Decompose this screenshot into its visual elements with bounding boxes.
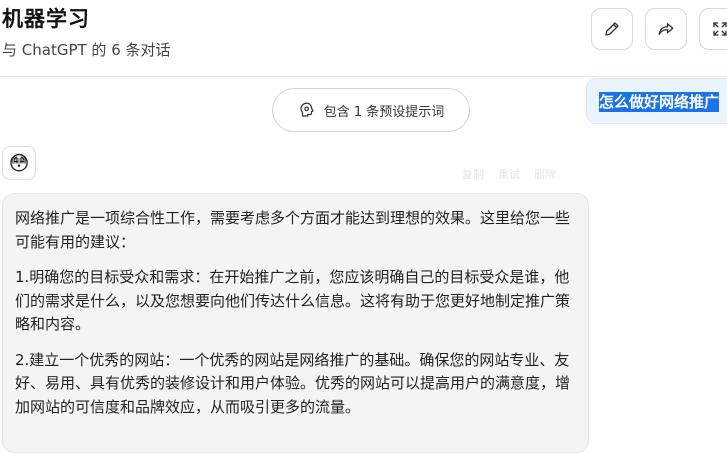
- share-icon: [658, 23, 674, 35]
- assistant-paragraph: 1.明确您的目标受众和需求：在开始推广之前，您应该明确自己的目标受众是谁，他们的…: [15, 268, 571, 333]
- message-actions: 复制 重试 删除: [462, 166, 556, 182]
- share-button[interactable]: [645, 8, 687, 50]
- copy-action[interactable]: 复制: [462, 166, 484, 182]
- expand-icon: [713, 22, 727, 36]
- edit-button[interactable]: [591, 8, 633, 50]
- assistant-avatar: 😳: [2, 146, 36, 180]
- preset-prompt-label: 包含 1 条预设提示词: [323, 104, 445, 120]
- assistant-paragraph: 2.建立一个优秀的网站：一个优秀的网站是网络推广的基础。确保您的网站专业、友好、…: [15, 350, 571, 416]
- user-message-text: 怎么做好网络推广: [599, 92, 720, 112]
- preset-prompt-button[interactable]: 包含 1 条预设提示词: [272, 88, 470, 132]
- page-title: 机器学习: [2, 7, 90, 31]
- conversation-subtitle: 与 ChatGPT 的 6 条对话: [2, 41, 171, 59]
- brain-icon: [300, 102, 314, 117]
- conversation-header: 机器学习 与 ChatGPT 的 6 条对话: [0, 0, 727, 77]
- assistant-message-bubble: 网络推广是一项综合性工作，需要考虑多个方面才能达到理想的效果。这里给您一些可能有…: [2, 193, 589, 453]
- expand-button[interactable]: [699, 8, 727, 50]
- user-message-bubble[interactable]: 怎么做好网络推广: [586, 78, 727, 124]
- assistant-paragraph: 网络推广是一项综合性工作，需要考虑多个方面才能达到理想的效果。这里给您一些可能有…: [15, 209, 571, 251]
- delete-action[interactable]: 删除: [534, 166, 556, 182]
- retry-action[interactable]: 重试: [498, 166, 520, 182]
- pencil-icon: [605, 22, 619, 36]
